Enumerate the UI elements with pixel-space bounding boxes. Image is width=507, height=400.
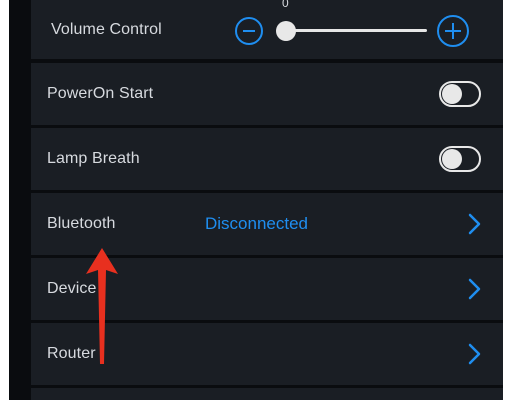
volume-slider-knob[interactable] bbox=[276, 21, 296, 41]
plus-circle-icon[interactable] bbox=[436, 14, 470, 48]
annotation-arrow-icon bbox=[86, 248, 118, 364]
lamp-breath-row: Lamp Breath bbox=[31, 128, 503, 190]
volume-value: 0 bbox=[282, 0, 289, 10]
lamp-breath-label: Lamp Breath bbox=[47, 150, 140, 167]
chevron-right-icon bbox=[468, 278, 481, 300]
bluetooth-status: Disconnected bbox=[205, 214, 309, 233]
poweron-start-label: PowerOn Start bbox=[47, 85, 154, 102]
chevron-right-icon bbox=[468, 343, 481, 365]
bluetooth-label: Bluetooth bbox=[47, 215, 116, 232]
next-row-partial bbox=[31, 388, 503, 400]
poweron-start-row: PowerOn Start bbox=[31, 63, 503, 125]
lamp-breath-toggle[interactable] bbox=[439, 146, 481, 172]
minus-circle-icon[interactable] bbox=[234, 16, 264, 46]
volume-slider-track[interactable] bbox=[287, 29, 427, 32]
volume-control-row: Volume Control 0 bbox=[31, 0, 503, 59]
poweron-start-toggle[interactable] bbox=[439, 81, 481, 107]
chevron-right-icon bbox=[468, 213, 481, 235]
volume-control-label: Volume Control bbox=[51, 20, 162, 38]
